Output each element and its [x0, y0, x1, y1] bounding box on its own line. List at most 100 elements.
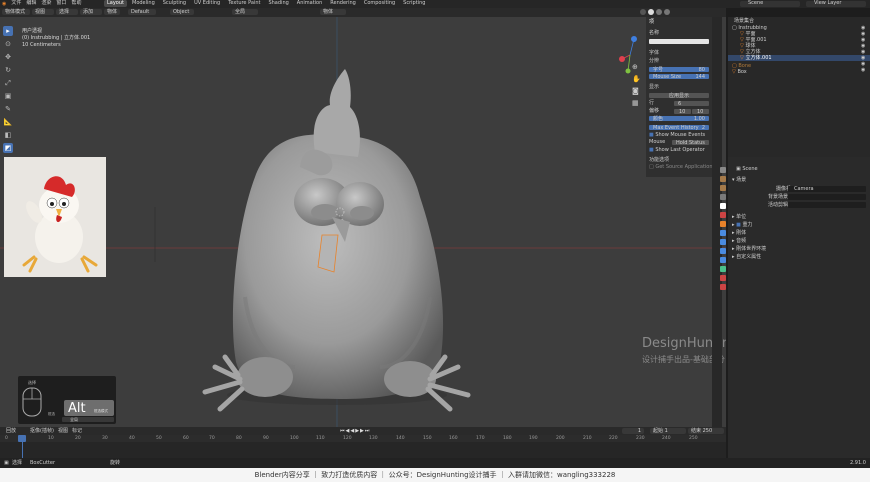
- object-props-icon[interactable]: [720, 221, 726, 227]
- props-camera-field[interactable]: Camera: [788, 186, 866, 192]
- npanel-size-field[interactable]: 字号 80: [649, 67, 709, 72]
- tab-shading[interactable]: Shading: [265, 0, 291, 7]
- reference-image[interactable]: [4, 157, 106, 277]
- tool-props-icon[interactable]: [720, 167, 726, 173]
- npanel-mouse-events-checkbox[interactable]: ■ Show Mouse Events: [649, 133, 705, 138]
- transform-tool-icon[interactable]: ▣: [3, 91, 13, 101]
- menu-edit[interactable]: 编辑: [26, 1, 36, 7]
- add-cube-tool-icon[interactable]: ◧: [3, 130, 13, 140]
- view-menu[interactable]: 视图: [32, 9, 54, 15]
- props-section-units[interactable]: ▸ 单位: [732, 215, 746, 220]
- grid-icon[interactable]: ▦: [632, 99, 641, 107]
- props-section-audio[interactable]: ▸ 音频: [732, 239, 746, 244]
- tab-scripting[interactable]: Scripting: [400, 0, 428, 7]
- npanel-extra-checkbox[interactable]: □ Get Source Application: [649, 165, 713, 170]
- props-section-scene[interactable]: ▾ 场景: [732, 178, 746, 183]
- tab-uv-editing[interactable]: UV Editing: [191, 0, 223, 7]
- snap-dropdown[interactable]: 全局: [232, 9, 258, 15]
- props-clip-field[interactable]: [788, 202, 866, 208]
- move-tool-icon[interactable]: ✥: [3, 52, 13, 62]
- npanel-mouse-dropdown[interactable]: Hold Status: [672, 140, 709, 145]
- timeline-menu-keying[interactable]: 抠像(插帧): [30, 429, 54, 434]
- tab-rendering[interactable]: Rendering: [327, 0, 359, 7]
- playhead[interactable]: [18, 435, 26, 442]
- select-box-tool-icon[interactable]: ▸: [3, 26, 13, 36]
- mode-dropdown[interactable]: 物体模式: [2, 9, 30, 15]
- annotate-tool-icon[interactable]: ✎: [3, 104, 13, 114]
- tab-animation[interactable]: Animation: [294, 0, 326, 7]
- npanel-font-row[interactable]: 字体: [649, 51, 659, 56]
- modifier-props-icon[interactable]: [720, 230, 726, 236]
- props-section-rigidbody-world[interactable]: ▸ 刚体世界环境: [732, 247, 766, 252]
- boxcutter-tool-icon[interactable]: ◩: [3, 143, 13, 153]
- npanel-offset-x[interactable]: 10: [674, 109, 691, 114]
- object-menu[interactable]: 物体: [104, 9, 120, 15]
- view-layer-selector[interactable]: View Layer: [806, 1, 866, 7]
- props-section-rigidbody[interactable]: ▸ 刚体: [732, 231, 746, 236]
- world-props-icon[interactable]: [720, 212, 726, 218]
- data-props-icon[interactable]: [720, 266, 726, 272]
- material-shading-icon[interactable]: [656, 9, 662, 15]
- npanel-name-field[interactable]: [649, 39, 709, 44]
- timeline-menu-marker[interactable]: 标记: [72, 429, 82, 434]
- npanel-apply-button[interactable]: 应用显示: [649, 93, 709, 98]
- menu-help[interactable]: 帮助: [71, 1, 81, 7]
- timeline-ruler[interactable]: 0 10 20 30 40 50 60 70 80 90 100 110 120…: [0, 435, 726, 442]
- select-menu[interactable]: 选择: [56, 9, 78, 15]
- wireframe-shading-icon[interactable]: [640, 9, 646, 15]
- npanel-history-field[interactable]: Max Event History 2: [649, 125, 709, 130]
- outliner-item[interactable]: ▽ Box: [728, 69, 870, 75]
- drag-dropdown[interactable]: Object: [170, 9, 194, 15]
- eye-icon[interactable]: ◉: [861, 67, 865, 73]
- keypanel-dropdown[interactable]: 全局: [62, 417, 114, 422]
- menu-render[interactable]: 渲染: [41, 1, 51, 7]
- particles-props-icon[interactable]: [720, 239, 726, 245]
- timeline-body[interactable]: [0, 442, 726, 458]
- end-frame-field[interactable]: 结束 250: [688, 428, 724, 434]
- menu-window[interactable]: 窗口: [56, 1, 66, 7]
- npanel-mouse-size-field[interactable]: Mouse Size 144: [649, 74, 709, 79]
- props-bg-field[interactable]: [788, 194, 866, 200]
- npanel-offset-y[interactable]: 10: [692, 109, 709, 114]
- scene-props-icon[interactable]: [720, 203, 726, 209]
- outliner-item-selected[interactable]: ▽ 立方体.001: [728, 55, 870, 61]
- props-section-custom[interactable]: ▸ 自定义属性: [732, 255, 761, 260]
- render-props-icon[interactable]: [720, 176, 726, 182]
- camera-icon[interactable]: ◙: [632, 87, 641, 95]
- zoom-icon[interactable]: ⊕: [632, 63, 641, 71]
- physics-props-icon[interactable]: [720, 248, 726, 254]
- timeline-menu-view[interactable]: 视图: [58, 429, 68, 434]
- tab-texture-paint[interactable]: Texture Paint: [225, 0, 263, 7]
- start-frame-field[interactable]: 起始 1: [650, 428, 686, 434]
- scale-tool-icon[interactable]: ⤢: [3, 78, 13, 88]
- solid-shading-icon[interactable]: [648, 9, 654, 15]
- tab-modeling[interactable]: Modeling: [129, 0, 158, 7]
- tab-compositing[interactable]: Compositing: [361, 0, 398, 7]
- view-layer-props-icon[interactable]: [720, 194, 726, 200]
- playback-controls-icon[interactable]: ⏮◀◀▶▶⏭: [340, 428, 370, 434]
- shading-dropdown[interactable]: 物体: [320, 9, 346, 15]
- pan-hand-icon[interactable]: ✋: [632, 75, 641, 83]
- checkbox-checked-icon[interactable]: ■: [736, 222, 741, 228]
- npanel-lines-field[interactable]: 6: [674, 101, 709, 106]
- material-props-icon[interactable]: [720, 275, 726, 281]
- output-props-icon[interactable]: [720, 185, 726, 191]
- add-menu[interactable]: 添加: [80, 9, 102, 15]
- measure-tool-icon[interactable]: 📐: [3, 117, 13, 127]
- constraints-props-icon[interactable]: [720, 257, 726, 263]
- 3d-viewport[interactable]: 用户透视 (0) Instrubbing | 立方体.001 10 Centim…: [0, 17, 726, 427]
- npanel-last-op-checkbox[interactable]: ■ Show Last Operator: [649, 148, 705, 153]
- menu-file[interactable]: 文件: [11, 1, 21, 7]
- scene-selector[interactable]: Scene: [740, 1, 800, 7]
- rendered-shading-icon[interactable]: [664, 9, 670, 15]
- tab-layout[interactable]: Layout: [104, 0, 127, 7]
- texture-props-icon[interactable]: [720, 284, 726, 290]
- rotate-tool-icon[interactable]: ↻: [3, 65, 13, 75]
- npanel-res-row[interactable]: 分辨: [649, 59, 659, 64]
- tab-sculpting[interactable]: Sculpting: [160, 0, 189, 7]
- pivot-dropdown[interactable]: Default: [128, 9, 156, 15]
- timeline-menu-playback[interactable]: 回放: [6, 429, 16, 434]
- blender-logo-icon[interactable]: ◉: [2, 1, 6, 7]
- current-frame-field[interactable]: 1: [622, 428, 644, 434]
- npanel-color-field[interactable]: 颜色 1.00: [649, 116, 709, 121]
